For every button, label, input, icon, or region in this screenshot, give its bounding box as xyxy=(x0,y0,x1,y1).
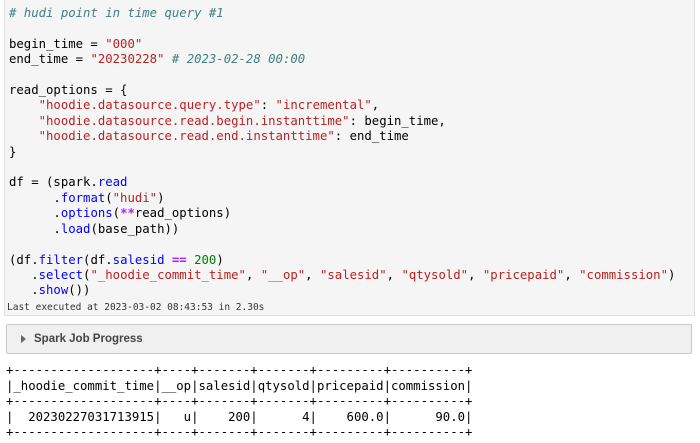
code-token: df = (spark. xyxy=(9,175,98,190)
spark-job-progress-label: Spark Job Progress xyxy=(34,333,143,345)
code-token: format xyxy=(60,190,106,205)
code-line: # hudi point in time query #1 xyxy=(9,6,224,20)
code-editor[interactable]: # hudi point in time query #1 begin_time… xyxy=(9,6,675,299)
code-token: ( xyxy=(112,206,121,221)
code-token: . xyxy=(9,206,61,221)
code-token: begin_time = xyxy=(9,36,106,51)
code-token: # hudi point in time query #1 xyxy=(9,6,224,20)
code-token: options xyxy=(60,206,113,221)
code-line: .load(base_path)) xyxy=(9,222,179,236)
code-token: : begin_time, xyxy=(349,113,446,128)
code-token: "000" xyxy=(105,36,143,51)
code-token: (df. xyxy=(9,252,39,267)
code-token: == xyxy=(171,252,187,267)
code-token: } xyxy=(9,144,17,159)
code-token: ** xyxy=(120,206,135,221)
code-token: 200 xyxy=(194,252,217,267)
code-line: (df.filter(df.salesid == 200) xyxy=(9,253,224,267)
code-token: read_options = { xyxy=(9,83,128,98)
code-token: ) xyxy=(667,267,676,282)
code-token: "__op" xyxy=(260,267,306,282)
code-token: select xyxy=(38,267,84,282)
code-token: # 2023-02-28 00:00 xyxy=(171,52,306,67)
code-token: ) xyxy=(216,252,224,267)
execution-status: Last executed at 2023-03-02 08:43:53 in … xyxy=(7,302,265,313)
code-token: , xyxy=(245,267,261,282)
code-token: end_time = xyxy=(9,52,91,67)
code-token: , xyxy=(305,267,320,282)
code-token: : xyxy=(260,98,276,113)
code-cell[interactable]: # hudi point in time query #1 begin_time… xyxy=(4,0,695,316)
code-line: .show()) xyxy=(9,283,90,297)
code-token: read xyxy=(97,175,128,190)
code-token: show xyxy=(38,283,69,298)
code-token: , xyxy=(468,267,483,282)
code-line: } xyxy=(9,145,16,159)
code-token: (base_path)) xyxy=(90,221,180,236)
code-token: ) xyxy=(157,190,165,205)
code-token: "hudi" xyxy=(112,190,158,205)
code-token: . xyxy=(9,267,39,282)
code-token: salesid xyxy=(112,252,165,267)
code-token: load xyxy=(60,221,91,236)
code-token: ( xyxy=(105,190,113,205)
code-token: "salesid" xyxy=(319,267,387,282)
code-token: "qtysold" xyxy=(401,267,469,282)
code-token: "hoodie.datasource.read.begin.instanttim… xyxy=(38,113,350,128)
code-token: "commission" xyxy=(579,267,668,282)
code-token: . xyxy=(9,283,39,298)
cell-output: +-------------------+----+-------+------… xyxy=(6,363,473,440)
code-line: .options(**read_options) xyxy=(9,206,231,220)
code-token: , xyxy=(386,267,402,282)
code-token: "hoodie.datasource.read.end.instanttime" xyxy=(38,129,335,144)
code-line: begin_time = "000" xyxy=(9,37,142,51)
code-line: "hoodie.datasource.query.type": "increme… xyxy=(9,98,380,113)
code-token: "_hoodie_commit_time" xyxy=(90,267,246,282)
code-line: .select("_hoodie_commit_time", "__op", "… xyxy=(9,268,675,282)
code-line: end_time = "20230228" # 2023-02-28 00:00 xyxy=(9,52,305,66)
code-token: , xyxy=(564,267,580,282)
code-token: ()) xyxy=(68,283,91,298)
code-token: , xyxy=(371,98,380,113)
spark-job-progress-toggle[interactable]: Spark Job Progress xyxy=(6,324,692,354)
code-line: .format("hudi") xyxy=(9,191,164,205)
code-token: : end_time xyxy=(334,129,409,144)
code-token: . xyxy=(9,221,61,236)
code-line: "hoodie.datasource.read.begin.instanttim… xyxy=(9,114,446,128)
code-token: "20230228" xyxy=(90,52,165,67)
code-token: filter xyxy=(38,252,84,267)
code-token: "incremental" xyxy=(275,98,372,113)
code-token: "hoodie.datasource.query.type" xyxy=(38,98,261,113)
code-token: . xyxy=(9,190,61,205)
code-token: read_options) xyxy=(134,206,232,221)
code-line: df = (spark.read xyxy=(9,175,127,189)
code-token: "pricepaid" xyxy=(482,267,565,282)
caret-right-icon xyxy=(21,335,26,343)
code-line: "hoodie.datasource.read.end.instanttime"… xyxy=(9,129,409,143)
code-line: read_options = { xyxy=(9,83,127,97)
code-token: (df. xyxy=(83,252,113,267)
